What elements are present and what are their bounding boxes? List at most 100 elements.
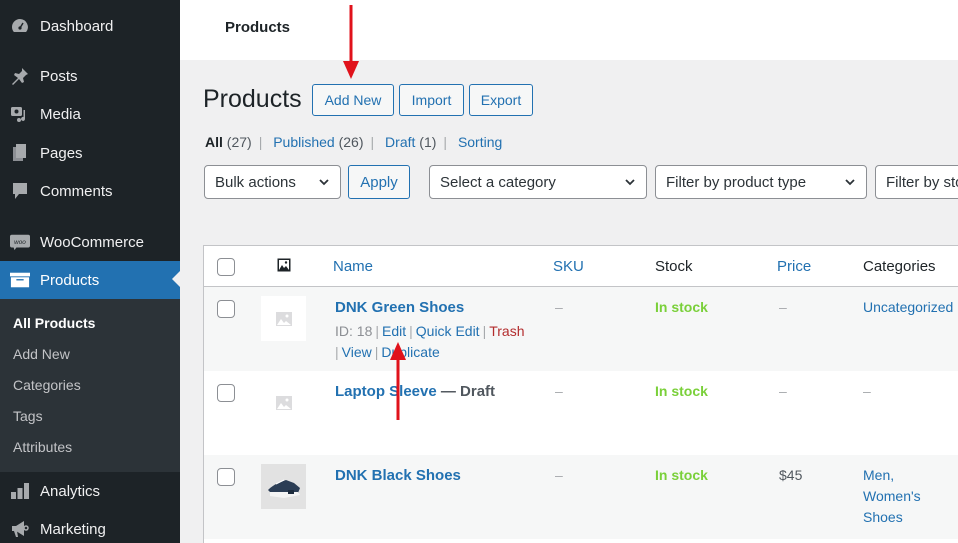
- view-draft-count: (1): [419, 134, 437, 150]
- category-link[interactable]: Uncategorized: [863, 297, 958, 318]
- category-filter-select[interactable]: Select a category: [429, 165, 647, 199]
- stock-status: In stock: [655, 383, 708, 399]
- export-button[interactable]: Export: [469, 84, 533, 116]
- row-checkbox[interactable]: [217, 468, 235, 486]
- view-all[interactable]: All: [205, 134, 223, 150]
- table-row: Laptop Sleeve — Draft – In stock – –: [204, 371, 958, 455]
- media-icon: [10, 104, 30, 124]
- product-thumbnail-placeholder[interactable]: [261, 296, 306, 341]
- submenu-add-new[interactable]: Add New: [13, 346, 70, 362]
- sidebar-item-label: Comments: [40, 182, 113, 200]
- header-title: Products: [225, 19, 291, 36]
- row-checkbox[interactable]: [217, 300, 235, 318]
- category-filter-value: Select a category: [440, 173, 556, 191]
- product-type-filter-select[interactable]: Filter by product type: [655, 165, 867, 199]
- sidebar-item-label: Dashboard: [40, 17, 114, 35]
- column-stock: Stock: [655, 258, 693, 275]
- chevron-down-icon: [319, 179, 329, 186]
- sidebar-item-marketing[interactable]: Marketing: [0, 511, 180, 543]
- view-all-count: (27): [226, 134, 252, 150]
- admin-sidebar: Dashboard Posts Media Pages Comments woo…: [0, 0, 180, 543]
- column-sku[interactable]: SKU: [553, 258, 584, 275]
- archive-box-icon: [10, 270, 30, 290]
- sidebar-item-posts[interactable]: Posts: [0, 58, 180, 94]
- sku-value: –: [555, 383, 563, 399]
- sidebar-item-label: Products: [40, 271, 100, 289]
- stock-status-filter-select[interactable]: Filter by stock status: [875, 165, 958, 199]
- column-categories: Categories: [863, 258, 936, 275]
- product-name-link[interactable]: Laptop Sleeve — Draft: [335, 383, 495, 400]
- trash-link[interactable]: Trash: [489, 323, 524, 339]
- pin-icon: [10, 66, 30, 86]
- product-name-link[interactable]: DNK Green Shoes: [335, 299, 464, 316]
- table-row: DNK Black Shoes – In stock $45 Men, Wome…: [204, 455, 958, 539]
- view-draft[interactable]: Draft: [385, 134, 415, 150]
- products-table: Name SKU Stock Price Categories DNK Gree…: [203, 245, 958, 543]
- status-views: All (27) | Published (26) | Draft (1) | Sor…: [205, 134, 503, 150]
- product-thumbnail[interactable]: [261, 464, 306, 509]
- chevron-down-icon: [625, 179, 635, 186]
- stock-status-filter-value: Filter by stock status: [886, 173, 958, 191]
- view-sorting[interactable]: Sorting: [458, 134, 502, 150]
- chevron-down-icon: [845, 179, 855, 186]
- product-type-filter-value: Filter by product type: [666, 173, 807, 191]
- price-value: $45: [779, 467, 803, 483]
- price-value: –: [779, 299, 787, 315]
- sidebar-item-label: Pages: [40, 144, 83, 162]
- bulk-actions-value: Bulk actions: [215, 173, 296, 191]
- image-placeholder-icon: [275, 311, 292, 326]
- apply-button[interactable]: Apply: [348, 165, 410, 199]
- category-link[interactable]: Men, Women's Shoes: [863, 465, 953, 528]
- select-all-checkbox[interactable]: [217, 258, 235, 276]
- column-name[interactable]: Name: [333, 258, 373, 275]
- sku-value: –: [555, 467, 563, 483]
- megaphone-icon: [10, 519, 30, 539]
- stock-status: In stock: [655, 467, 708, 483]
- table-header: Name SKU Stock Price Categories: [204, 246, 958, 287]
- image-icon: [277, 258, 291, 277]
- sidebar-item-label: WooCommerce: [40, 233, 144, 251]
- quick-edit-link[interactable]: Quick Edit: [416, 323, 480, 339]
- view-published-count: (26): [338, 134, 364, 150]
- submenu-attributes[interactable]: Attributes: [13, 439, 72, 455]
- import-button[interactable]: Import: [399, 84, 464, 116]
- submenu-all-products[interactable]: All Products: [13, 315, 95, 331]
- duplicate-link[interactable]: Duplicate: [381, 344, 439, 360]
- woo-icon: woo: [10, 232, 30, 252]
- image-placeholder-icon: [275, 395, 292, 410]
- stock-status: In stock: [655, 299, 708, 315]
- pages-icon: [10, 143, 30, 163]
- page-title: Products: [203, 85, 302, 113]
- product-name-link[interactable]: DNK Black Shoes: [335, 467, 461, 484]
- submenu-categories[interactable]: Categories: [13, 377, 81, 393]
- comment-icon: [10, 181, 30, 201]
- sidebar-item-label: Analytics: [40, 482, 101, 500]
- sku-value: –: [555, 299, 563, 315]
- column-price[interactable]: Price: [777, 258, 811, 275]
- sidebar-item-comments[interactable]: Comments: [0, 173, 180, 209]
- categories-value: –: [863, 383, 871, 399]
- sidebar-item-dashboard[interactable]: Dashboard: [0, 8, 180, 44]
- sidebar-item-woocommerce[interactable]: woo WooCommerce: [0, 224, 180, 260]
- product-thumbnail-placeholder[interactable]: [261, 380, 306, 425]
- bulk-actions-select[interactable]: Bulk actions: [204, 165, 341, 199]
- sidebar-item-analytics[interactable]: Analytics: [0, 473, 180, 509]
- svg-text:woo: woo: [14, 239, 26, 246]
- row-checkbox[interactable]: [217, 384, 235, 402]
- add-new-button[interactable]: Add New: [312, 84, 394, 116]
- woocommerce-header-bar: Products: [180, 0, 958, 60]
- sidebar-item-products[interactable]: Products: [0, 261, 180, 299]
- edit-link[interactable]: Edit: [382, 323, 406, 339]
- products-submenu: All Products Add New Categories Tags Att…: [0, 299, 180, 472]
- shoe-photo-icon: [267, 479, 300, 498]
- view-link[interactable]: View: [342, 344, 372, 360]
- submenu-tags[interactable]: Tags: [13, 408, 43, 424]
- sidebar-item-label: Posts: [40, 67, 78, 85]
- price-value: –: [779, 383, 787, 399]
- sidebar-item-media[interactable]: Media: [0, 96, 180, 132]
- sidebar-item-label: Marketing: [40, 520, 106, 538]
- sidebar-item-pages[interactable]: Pages: [0, 135, 180, 171]
- view-published[interactable]: Published: [273, 134, 335, 150]
- draft-status: — Draft: [440, 383, 496, 400]
- row-actions: ID: 18 | Edit | Quick Edit | Trash | View | Dupli…: [335, 323, 525, 360]
